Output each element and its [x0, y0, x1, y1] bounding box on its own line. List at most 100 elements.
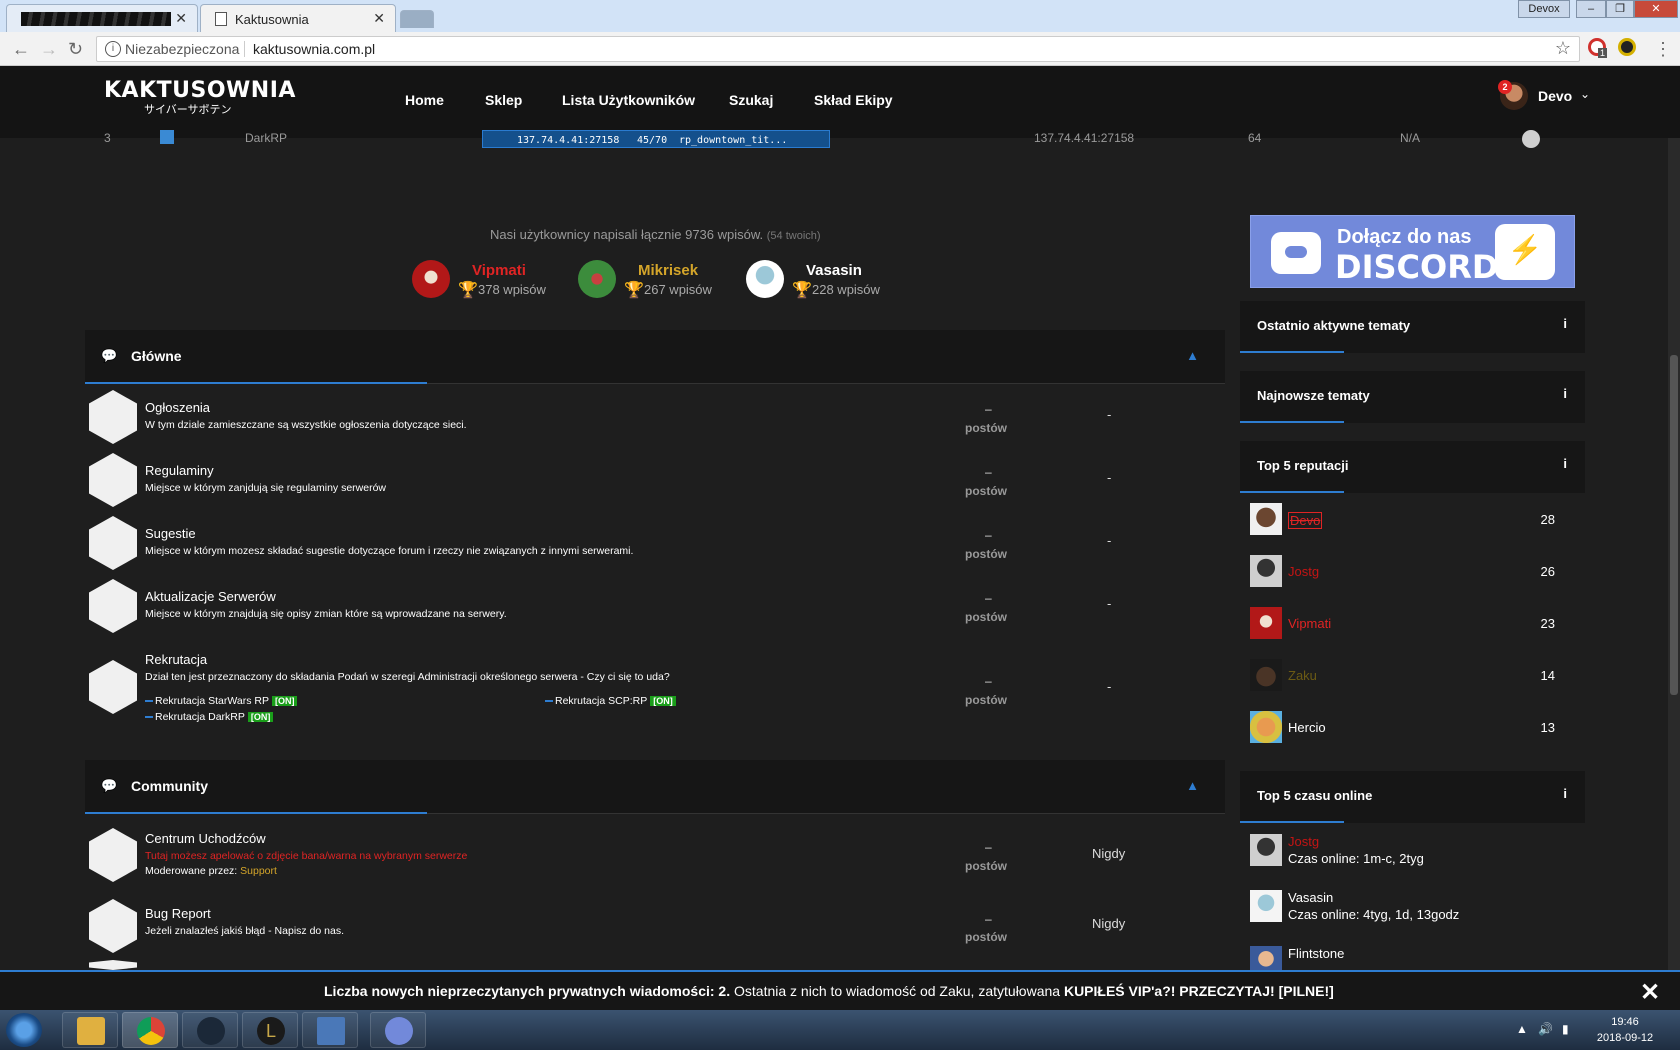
panel-top-reputation[interactable]: Top 5 reputacji i: [1240, 441, 1585, 493]
online-row[interactable]: Vasasin Czas online: 4tyg, 1d, 13godz: [1250, 890, 1575, 930]
tray-arrow-icon[interactable]: ▲: [1516, 1022, 1528, 1036]
page-favicon-icon: [215, 12, 227, 26]
clock-time: 19:46: [1611, 1016, 1639, 1028]
server-address[interactable]: 137.74.4.41:27158: [1034, 131, 1134, 145]
nav-user-list[interactable]: Lista Użytkowników: [562, 92, 695, 108]
user-name[interactable]: Jostg: [1288, 564, 1319, 579]
subforum-link[interactable]: Rekrutacja SCP:RP [ON]: [545, 695, 676, 707]
poster-name: Vipmati: [472, 262, 526, 279]
back-icon[interactable]: ←: [12, 39, 30, 60]
taskbar-discord[interactable]: [370, 1012, 426, 1048]
logo-name: KAKTUSOWNIA: [104, 78, 296, 103]
forum-row[interactable]: Bug Report Jeżeli znalazłeś jakiś błąd -…: [85, 895, 1225, 957]
online-row[interactable]: Flintstone: [1250, 946, 1575, 970]
user-name[interactable]: Jostg: [1288, 834, 1319, 849]
nav-shop[interactable]: Sklep: [485, 92, 522, 108]
info-icon[interactable]: i: [1563, 456, 1567, 471]
info-icon[interactable]: i: [1563, 316, 1567, 331]
lightning-chat-icon: ⚡: [1495, 224, 1555, 280]
bookmark-star-icon[interactable]: ☆: [1555, 38, 1571, 59]
user-name[interactable]: Zaku: [1288, 668, 1317, 683]
maximize-button[interactable]: ❐: [1606, 0, 1634, 18]
taskbar-game[interactable]: [302, 1012, 358, 1048]
reputation-row[interactable]: Vipmati 23: [1250, 607, 1575, 641]
taskbar-league[interactable]: L: [242, 1012, 298, 1048]
user-name[interactable]: Devo: [1288, 512, 1323, 529]
discord-logo-icon: [1271, 232, 1321, 274]
forum-row[interactable]: Rekrutacja Dział ten jest przeznaczony d…: [85, 640, 1225, 730]
taskbar-chrome[interactable]: [122, 1012, 178, 1048]
avatar: [1250, 555, 1282, 587]
nav-search[interactable]: Szukaj: [729, 92, 773, 108]
info-icon[interactable]: i: [1563, 786, 1567, 801]
taskbar-explorer[interactable]: [62, 1012, 118, 1048]
steam-connect-icon[interactable]: [1522, 130, 1540, 148]
moderator-group[interactable]: Support: [240, 865, 277, 877]
private-message-notification[interactable]: Liczba nowych nieprzeczytanych prywatnyc…: [0, 970, 1680, 1010]
browser-tabbar: ✕ Kaktusownia ✕ Devox – ❐ ✕: [0, 0, 1680, 32]
site-header: KAKTUSOWNIA サイバーサボテン Home Sklep Lista Uż…: [0, 66, 1680, 138]
extension-moon-icon[interactable]: [1618, 38, 1636, 56]
collapse-arrow-icon[interactable]: ▲: [1186, 348, 1199, 363]
panel-recent-topics[interactable]: Ostatnio aktywne tematy i: [1240, 301, 1585, 353]
tab-close-icon[interactable]: ✕: [373, 10, 385, 27]
site-info-icon[interactable]: i: [105, 41, 121, 57]
reputation-row[interactable]: Jostg 26: [1250, 555, 1575, 589]
scrollbar-thumb[interactable]: [1670, 355, 1678, 695]
server-banner[interactable]: 137.74.4.41:27158 45/70 rp_downtown_tit.…: [482, 130, 830, 148]
user-name[interactable]: Hercio: [1288, 720, 1326, 735]
forum-row[interactable]: Ogłoszenia W tym dziale zamieszczane są …: [85, 388, 1225, 448]
subforum-link[interactable]: Rekrutacja StarWars RP [ON]: [145, 695, 298, 707]
network-icon[interactable]: ▮: [1562, 1022, 1569, 1036]
reputation-value: 23: [1540, 616, 1555, 631]
user-name[interactable]: Vipmati: [1288, 616, 1331, 631]
forum-name[interactable]: Regulaminy: [145, 463, 214, 478]
forum-row[interactable]: Aktualizacje Serwerów Miejsce w którym z…: [85, 577, 1225, 637]
forum-name[interactable]: Aktualizacje Serwerów: [145, 589, 276, 604]
browser-tab-1[interactable]: ✕: [6, 4, 198, 32]
forum-name[interactable]: Ogłoszenia: [145, 400, 210, 415]
forum-name[interactable]: Sugestie: [145, 526, 196, 541]
forum-row[interactable]: Regulaminy Miejsce w którym zanjdują się…: [85, 451, 1225, 511]
user-name[interactable]: Vasasin: [1288, 890, 1333, 905]
tab-close-icon[interactable]: ✕: [175, 10, 187, 27]
poster-count: 267 wpisów: [644, 282, 712, 297]
notification-subject[interactable]: KUPIŁEŚ VIP'a?! PRZECZYTAJ! [PILNE!]: [1064, 983, 1334, 999]
top-poster-3[interactable]: Vasasin 🏆 228 wpisów: [746, 260, 896, 300]
reload-icon[interactable]: ↻: [68, 39, 83, 60]
forum-row[interactable]: Centrum Uchodźców Tutaj możesz apelować …: [85, 820, 1225, 890]
nav-home[interactable]: Home: [405, 92, 444, 108]
taskbar-clock[interactable]: 19:46 2018-09-12: [1590, 1014, 1660, 1046]
nav-staff[interactable]: Skład Ekipy: [814, 92, 893, 108]
site-logo[interactable]: KAKTUSOWNIA サイバーサボテン: [104, 78, 296, 117]
top-poster-1[interactable]: Vipmati 🏆 378 wpisów: [412, 260, 562, 300]
user-name[interactable]: Flintstone: [1288, 946, 1344, 961]
forum-hex-icon: [89, 899, 137, 953]
browser-menu-icon[interactable]: ⋮: [1654, 39, 1672, 60]
url-input[interactable]: i Niezabezpieczona kaktusownia.com.pl ☆: [96, 36, 1580, 62]
discord-banner[interactable]: Dołącz do nas DISCORD ⚡: [1250, 215, 1575, 288]
online-row[interactable]: Jostg Czas online: 1m-c, 2tyg: [1250, 834, 1575, 874]
taskbar-steam[interactable]: [182, 1012, 238, 1048]
subforum-link[interactable]: Rekrutacja DarkRP [ON]: [145, 711, 274, 723]
top-poster-2[interactable]: Mikrisek 🏆 267 wpisów: [578, 260, 728, 300]
info-icon[interactable]: i: [1563, 386, 1567, 401]
volume-icon[interactable]: 🔊: [1538, 1022, 1553, 1036]
close-icon[interactable]: ✕: [1640, 978, 1660, 1007]
window-close-button[interactable]: ✕: [1634, 0, 1678, 18]
collapse-arrow-icon[interactable]: ▲: [1186, 778, 1199, 793]
start-button[interactable]: [6, 1013, 42, 1047]
reputation-row[interactable]: Zaku 14: [1250, 659, 1575, 693]
new-tab-button[interactable]: [400, 10, 434, 28]
minimize-button[interactable]: –: [1576, 0, 1606, 18]
forum-row[interactable]: Sugestie Miejsce w którym mozesz składać…: [85, 514, 1225, 574]
reputation-row[interactable]: Devo 28: [1250, 503, 1575, 537]
browser-tab-2[interactable]: Kaktusownia ✕: [200, 4, 396, 32]
panel-newest-topics[interactable]: Najnowsze tematy i: [1240, 371, 1585, 423]
forum-name[interactable]: Bug Report: [145, 906, 211, 921]
forward-icon[interactable]: →: [40, 39, 58, 60]
forum-name[interactable]: Centrum Uchodźców: [145, 831, 266, 846]
reputation-row[interactable]: Hercio 13: [1250, 711, 1575, 745]
panel-top-online[interactable]: Top 5 czasu online i: [1240, 771, 1585, 823]
forum-name[interactable]: Rekrutacja: [145, 652, 207, 667]
